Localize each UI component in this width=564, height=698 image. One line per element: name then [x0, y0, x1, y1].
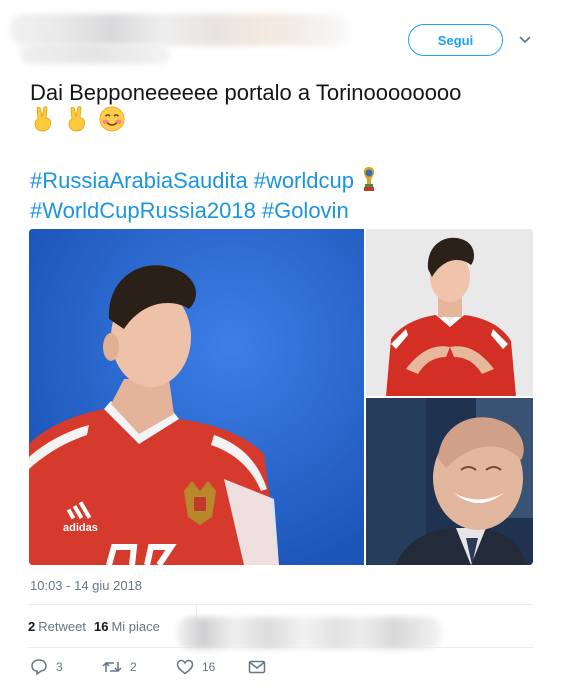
photo-player-white-background[interactable]: [366, 229, 533, 396]
blurred-user-handle: [20, 44, 170, 64]
emoji-row: [31, 104, 125, 134]
photo-player-blue-background[interactable]: adidas: [29, 229, 364, 565]
reply-icon: [31, 659, 47, 676]
tweet-stats: 2 Retweet 16 Mi piace: [28, 604, 533, 649]
like-action[interactable]: 16: [176, 656, 215, 678]
smiling-face-blush-icon: [99, 106, 125, 132]
media-grid[interactable]: adidas: [29, 229, 533, 565]
victory-hand-icon: [31, 106, 57, 132]
tweet-actions: 3 2 16: [30, 656, 290, 680]
photo-man-laughing[interactable]: [366, 398, 533, 565]
blurred-user-name: [10, 14, 350, 46]
follow-button[interactable]: Segui: [408, 24, 503, 56]
heart-icon: [176, 659, 194, 675]
hashtag-link[interactable]: #RussiaArabiaSaudita: [30, 168, 248, 193]
envelope-icon: [248, 660, 266, 674]
hashtag-link[interactable]: #WorldCupRussia2018: [30, 198, 256, 223]
tweet-timestamp[interactable]: 10:03 - 14 giu 2018: [30, 578, 142, 593]
hashtag-link[interactable]: #worldcup: [254, 168, 354, 193]
like-stat[interactable]: 16 Mi piace: [94, 619, 160, 634]
retweet-stat-label: Retweet: [38, 619, 86, 634]
hashtag-list: #RussiaArabiaSaudita #worldcup #WorldCupR…: [30, 166, 540, 226]
direct-message-action[interactable]: [248, 656, 266, 678]
hashtag-link[interactable]: #Golovin: [262, 198, 349, 223]
chevron-down-icon[interactable]: [515, 30, 535, 50]
tweet-header: Segui: [0, 0, 564, 70]
like-stat-label: Mi piace: [111, 619, 160, 634]
svg-text:adidas: adidas: [63, 522, 98, 534]
like-stat-count: 16: [94, 619, 109, 634]
tweet-text: Dai Bepponeeeeee portalo a Torinoooooooo: [30, 80, 462, 105]
blurred-liker-avatars: [176, 617, 442, 649]
retweet-stat-count: 2: [28, 619, 36, 634]
retweet-stat[interactable]: 2 Retweet: [28, 619, 86, 634]
reply-count: 3: [56, 660, 63, 674]
retweet-icon: [102, 661, 122, 673]
like-count: 16: [202, 660, 216, 674]
reply-action[interactable]: 3: [30, 656, 63, 678]
retweet-action[interactable]: 2: [102, 656, 137, 678]
world-cup-trophy-icon: [363, 167, 375, 191]
victory-hand-icon: [65, 106, 91, 132]
retweet-count: 2: [130, 660, 137, 674]
